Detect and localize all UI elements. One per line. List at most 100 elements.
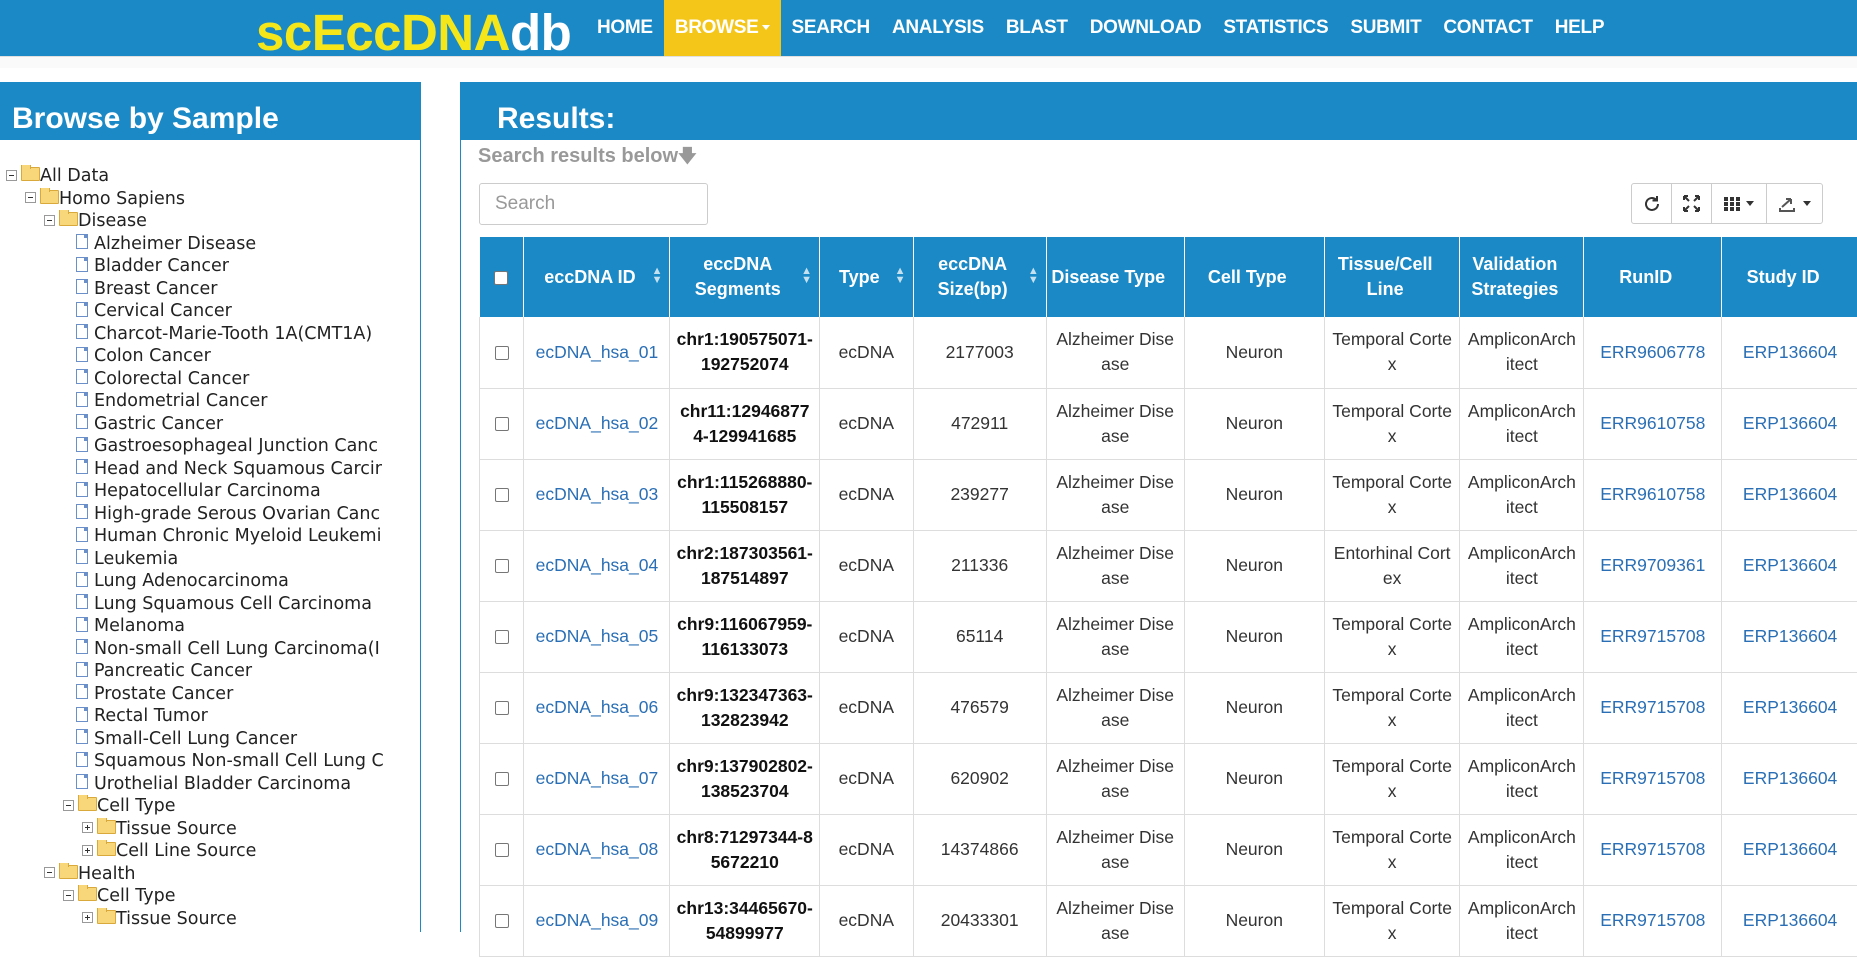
tree-leaf[interactable]: Alzheimer Disease bbox=[0, 233, 402, 256]
column-header[interactable]: Type▲▼ bbox=[820, 237, 913, 317]
tree-leaf[interactable]: Melanoma bbox=[0, 615, 402, 638]
cell-eccdna-id[interactable]: ecDNA_hsa_04 bbox=[524, 530, 670, 601]
tree-leaf[interactable]: High-grade Serous Ovarian Canc bbox=[0, 503, 402, 526]
tree-folder[interactable]: Health bbox=[0, 863, 402, 886]
nav-item-submit[interactable]: SUBMIT bbox=[1339, 0, 1432, 56]
row-checkbox[interactable] bbox=[495, 488, 509, 502]
tree-leaf[interactable]: Charcot-Marie-Tooth 1A(CMT1A) bbox=[0, 323, 402, 346]
column-header[interactable]: Validation Strategies bbox=[1460, 237, 1584, 317]
cell-eccdna-id[interactable]: ecDNA_hsa_02 bbox=[524, 388, 670, 459]
cell-eccdna-id[interactable]: ecDNA_hsa_01 bbox=[524, 317, 670, 388]
cell-eccdna-id[interactable]: ecDNA_hsa_09 bbox=[524, 885, 670, 956]
column-header[interactable]: eccDNA ID▲▼ bbox=[524, 237, 670, 317]
tree-leaf[interactable]: Rectal Tumor bbox=[0, 705, 402, 728]
tree-leaf[interactable]: Lung Adenocarcinoma bbox=[0, 570, 402, 593]
tree-leaf[interactable]: Endometrial Cancer bbox=[0, 390, 402, 413]
cell-eccdna-id[interactable]: ecDNA_hsa_05 bbox=[524, 601, 670, 672]
sort-icon[interactable]: ▲▼ bbox=[652, 267, 663, 285]
tree-leaf[interactable]: Non-small Cell Lung Carcinoma(I bbox=[0, 638, 402, 661]
collapse-icon[interactable] bbox=[25, 192, 36, 203]
cell-study-id[interactable]: ERP136604 bbox=[1722, 743, 1857, 814]
cell-runid[interactable]: ERR9610758 bbox=[1584, 459, 1722, 530]
cell-study-id[interactable]: ERP136604 bbox=[1722, 814, 1857, 885]
select-all-checkbox[interactable] bbox=[494, 271, 508, 285]
tree-leaf[interactable]: Pancreatic Cancer bbox=[0, 660, 402, 683]
column-header[interactable]: Disease Type bbox=[1046, 237, 1184, 317]
cell-eccdna-id[interactable]: ecDNA_hsa_07 bbox=[524, 743, 670, 814]
row-checkbox[interactable] bbox=[495, 417, 509, 431]
nav-item-download[interactable]: DOWNLOAD bbox=[1079, 0, 1213, 56]
cell-study-id[interactable]: ERP136604 bbox=[1722, 672, 1857, 743]
tree-leaf[interactable]: Head and Neck Squamous Carcir bbox=[0, 458, 402, 481]
fullscreen-button[interactable] bbox=[1672, 184, 1712, 223]
cell-runid[interactable]: ERR9715708 bbox=[1584, 814, 1722, 885]
row-checkbox[interactable] bbox=[495, 701, 509, 715]
sort-icon[interactable]: ▲▼ bbox=[801, 267, 812, 285]
cell-runid[interactable]: ERR9715708 bbox=[1584, 885, 1722, 956]
cell-runid[interactable]: ERR9715708 bbox=[1584, 743, 1722, 814]
cell-eccdna-id[interactable]: ecDNA_hsa_08 bbox=[524, 814, 670, 885]
row-checkbox[interactable] bbox=[495, 843, 509, 857]
cell-runid[interactable]: ERR9715708 bbox=[1584, 601, 1722, 672]
cell-study-id[interactable]: ERP136604 bbox=[1722, 530, 1857, 601]
cell-study-id[interactable]: ERP136604 bbox=[1722, 459, 1857, 530]
tree-folder[interactable]: Cell Line Source bbox=[0, 840, 402, 863]
column-header[interactable]: Cell Type bbox=[1184, 237, 1324, 317]
tree-leaf[interactable]: Urothelial Bladder Carcinoma bbox=[0, 773, 402, 796]
tree-leaf[interactable]: Colon Cancer bbox=[0, 345, 402, 368]
column-header[interactable]: eccDNA Segments▲▼ bbox=[670, 237, 820, 317]
search-input[interactable]: Search bbox=[479, 183, 708, 225]
tree-leaf[interactable]: Squamous Non-small Cell Lung C bbox=[0, 750, 402, 773]
tree-folder[interactable]: Tissue Source bbox=[0, 818, 402, 841]
row-checkbox[interactable] bbox=[495, 772, 509, 786]
tree-leaf[interactable]: Cervical Cancer bbox=[0, 300, 402, 323]
sort-icon[interactable]: ▲▼ bbox=[895, 267, 906, 285]
expand-icon[interactable] bbox=[82, 822, 93, 833]
brand-logo[interactable]: scEccDNAdb bbox=[256, 4, 571, 54]
tree-folder[interactable]: Cell Type bbox=[0, 885, 402, 908]
nav-item-analysis[interactable]: ANALYSIS bbox=[881, 0, 995, 56]
cell-study-id[interactable]: ERP136604 bbox=[1722, 317, 1857, 388]
refresh-button[interactable] bbox=[1632, 184, 1672, 223]
cell-runid[interactable]: ERR9715708 bbox=[1584, 672, 1722, 743]
tree-leaf[interactable]: Leukemia bbox=[0, 548, 402, 571]
cell-runid[interactable]: ERR9610758 bbox=[1584, 388, 1722, 459]
tree-leaf[interactable]: Colorectal Cancer bbox=[0, 368, 402, 391]
cell-eccdna-id[interactable]: ecDNA_hsa_06 bbox=[524, 672, 670, 743]
nav-item-home[interactable]: HOME bbox=[586, 0, 664, 56]
cell-study-id[interactable]: ERP136604 bbox=[1722, 885, 1857, 956]
cell-study-id[interactable]: ERP136604 bbox=[1722, 601, 1857, 672]
sort-icon[interactable]: ▲▼ bbox=[1028, 267, 1039, 285]
column-header[interactable]: eccDNA Size(bp)▲▼ bbox=[913, 237, 1046, 317]
tree-folder[interactable]: Tissue Source bbox=[0, 908, 402, 931]
cell-eccdna-id[interactable]: ecDNA_hsa_03 bbox=[524, 459, 670, 530]
tree-leaf[interactable]: Small-Cell Lung Cancer bbox=[0, 728, 402, 751]
row-checkbox[interactable] bbox=[495, 559, 509, 573]
tree-folder[interactable]: All Data bbox=[0, 165, 402, 188]
collapse-icon[interactable] bbox=[44, 215, 55, 226]
collapse-icon[interactable] bbox=[6, 170, 17, 181]
tree-leaf[interactable]: Prostate Cancer bbox=[0, 683, 402, 706]
collapse-icon[interactable] bbox=[63, 800, 74, 811]
nav-item-help[interactable]: HELP bbox=[1544, 0, 1615, 56]
nav-item-blast[interactable]: BLAST bbox=[995, 0, 1079, 56]
tree-leaf[interactable]: Gastric Cancer bbox=[0, 413, 402, 436]
tree-folder[interactable]: Disease bbox=[0, 210, 402, 233]
collapse-icon[interactable] bbox=[44, 867, 55, 878]
nav-item-search[interactable]: SEARCH bbox=[781, 0, 881, 56]
column-header[interactable]: RunID bbox=[1584, 237, 1722, 317]
tree-leaf[interactable]: Hepatocellular Carcinoma bbox=[0, 480, 402, 503]
expand-icon[interactable] bbox=[82, 912, 93, 923]
tree-leaf[interactable]: Bladder Cancer bbox=[0, 255, 402, 278]
tree-folder[interactable]: Homo Sapiens bbox=[0, 188, 402, 211]
column-header[interactable]: Study ID bbox=[1722, 237, 1857, 317]
row-checkbox[interactable] bbox=[495, 630, 509, 644]
nav-item-contact[interactable]: CONTACT bbox=[1432, 0, 1543, 56]
tree-leaf[interactable]: Gastroesophageal Junction Canc bbox=[0, 435, 402, 458]
row-checkbox[interactable] bbox=[495, 346, 509, 360]
tree-folder[interactable]: Cell Type bbox=[0, 795, 402, 818]
row-checkbox[interactable] bbox=[495, 914, 509, 928]
cell-study-id[interactable]: ERP136604 bbox=[1722, 388, 1857, 459]
tree-leaf[interactable]: Human Chronic Myeloid Leukemi bbox=[0, 525, 402, 548]
export-button[interactable] bbox=[1767, 184, 1822, 223]
